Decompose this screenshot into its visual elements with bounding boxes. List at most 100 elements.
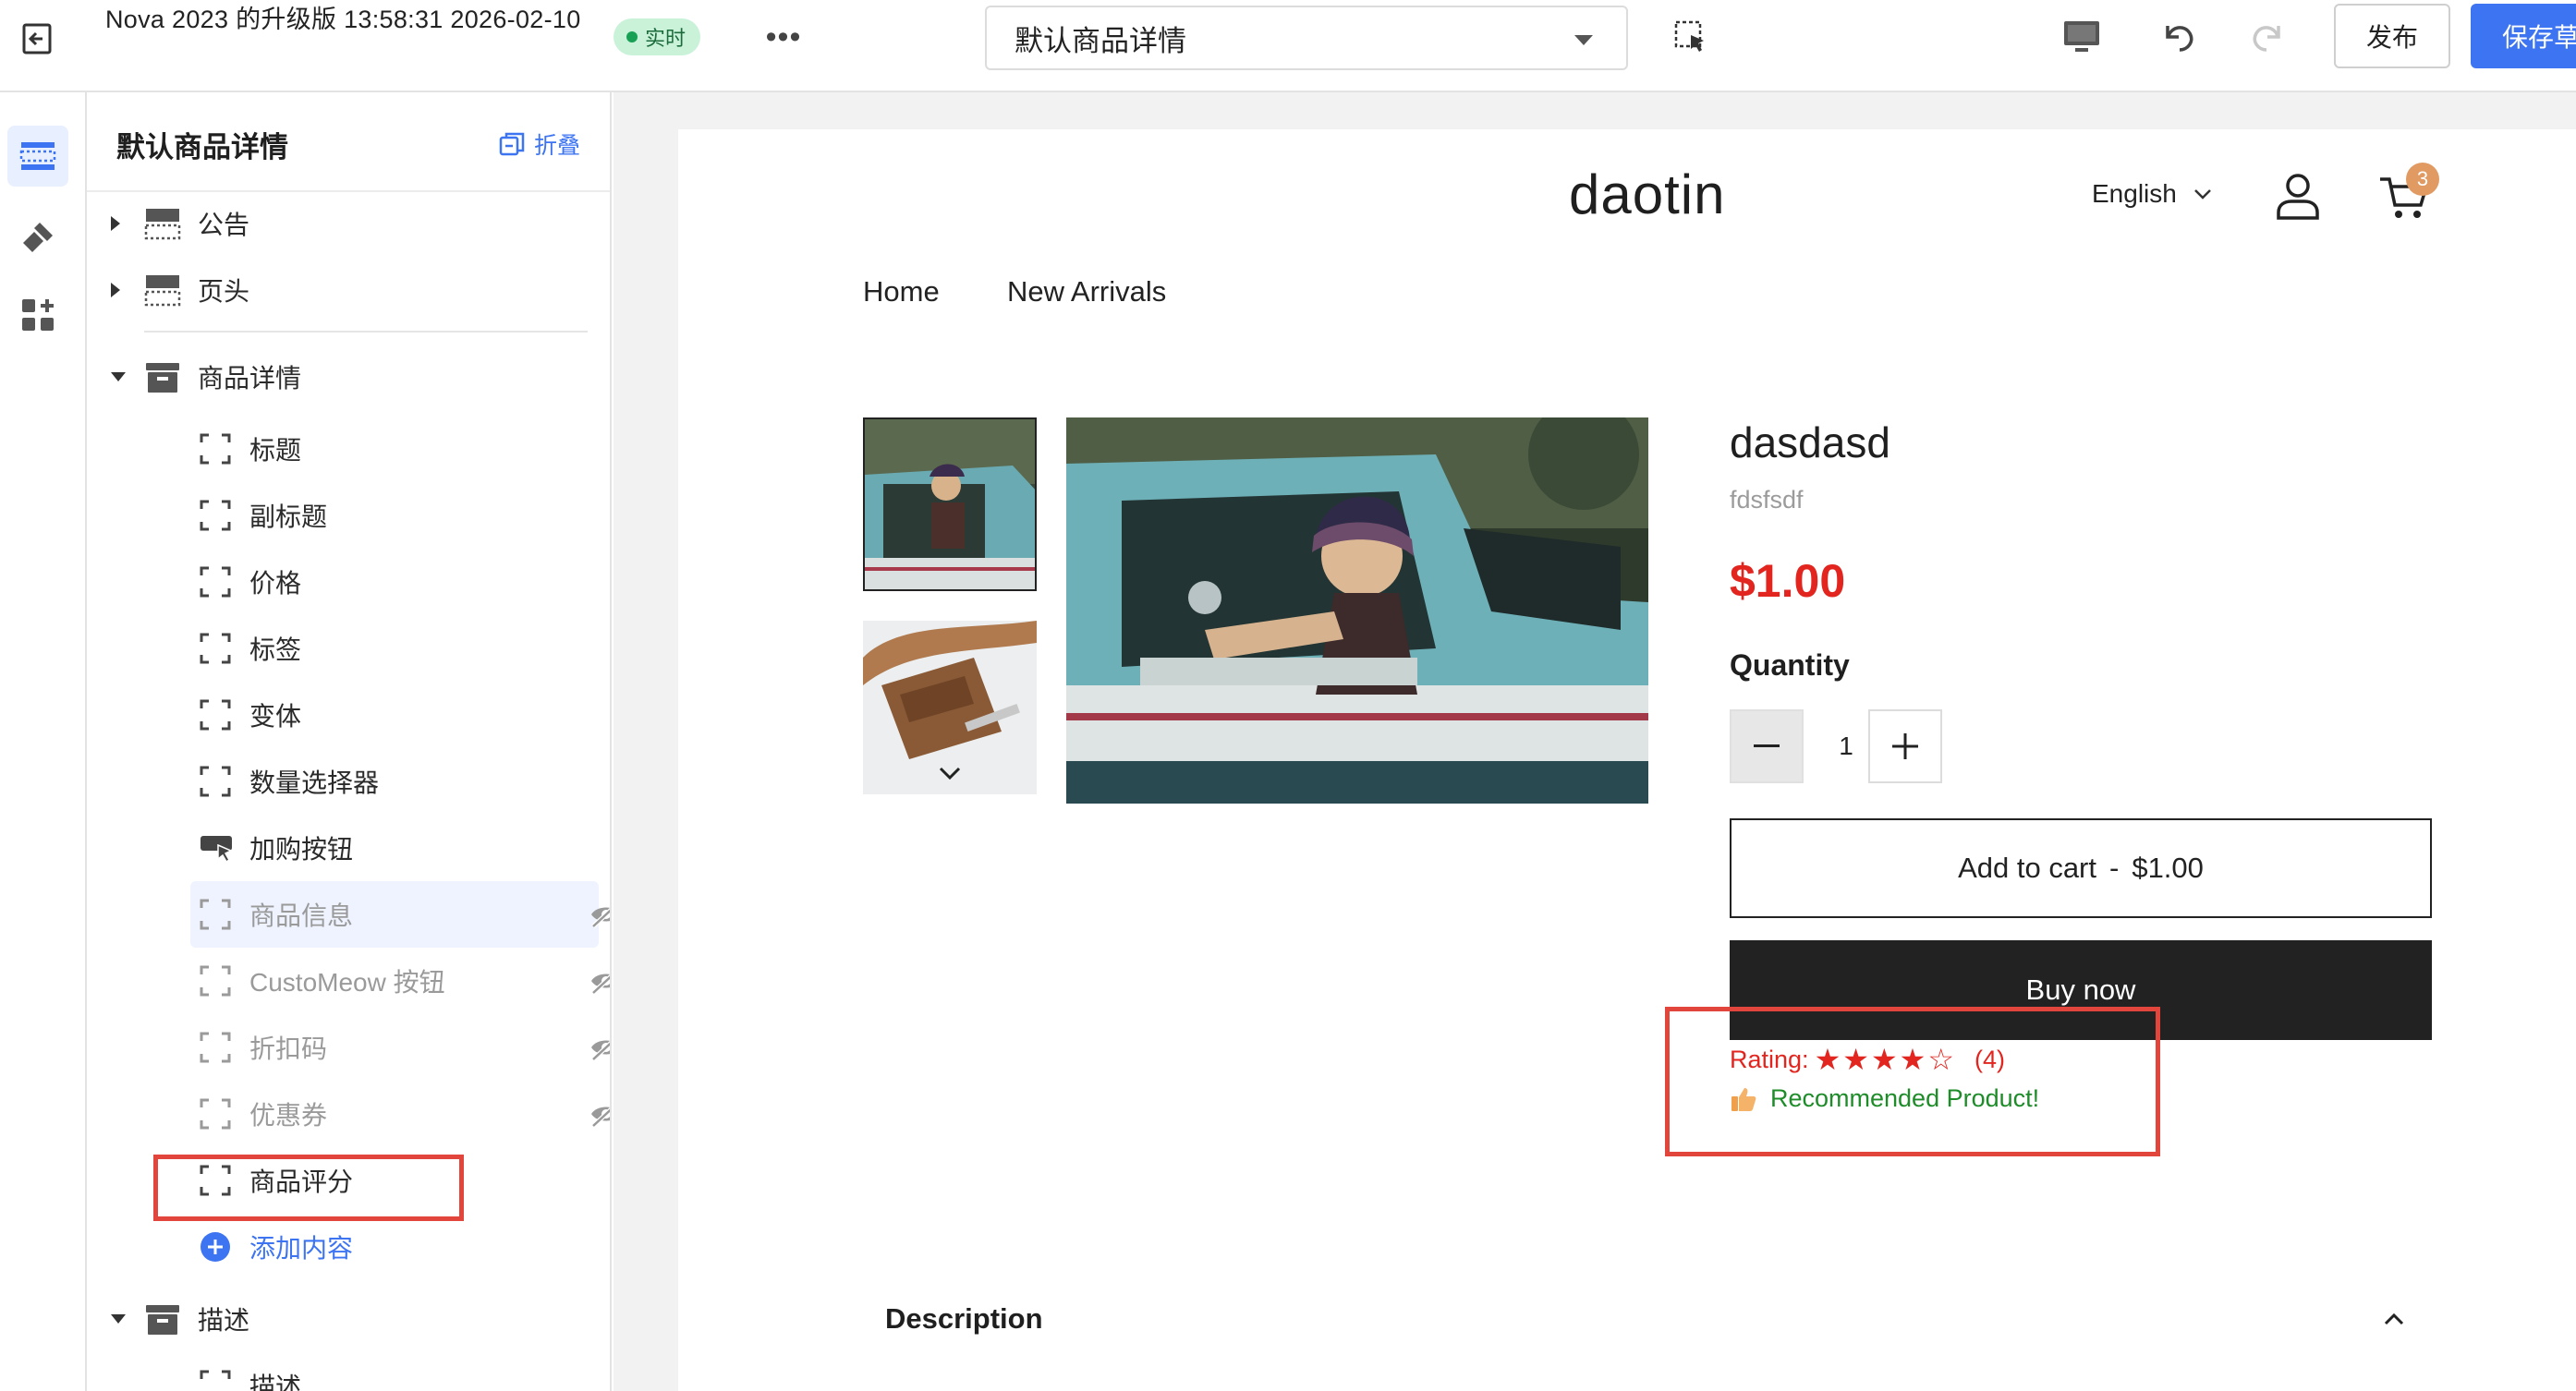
expand-arrow-icon[interactable] (111, 216, 120, 231)
add-to-cart-label: Add to cart (1958, 852, 2096, 884)
product-subtitle: fdsfsdf (1730, 486, 1804, 514)
plus-icon (1892, 733, 1918, 759)
block-label: 商品信息 (249, 901, 354, 930)
select-element-icon[interactable] (1671, 17, 1711, 57)
block-label: 价格 (249, 569, 302, 598)
nav-link-home[interactable]: Home (863, 275, 940, 308)
block-label: 折扣码 (249, 1034, 328, 1063)
eye-off-icon[interactable] (589, 967, 612, 995)
sections-icon[interactable] (7, 126, 68, 187)
sidebar-section-header[interactable]: 页头 (87, 257, 593, 323)
publish-button[interactable]: 发布 (2334, 4, 2450, 68)
section-layout-icon (144, 275, 181, 307)
sidebar-block-add-to-cart[interactable]: 加购按钮 (87, 815, 593, 881)
minus-icon (1754, 744, 1780, 747)
add-content-button[interactable]: 添加内容 (87, 1214, 593, 1280)
collapse-button[interactable]: 折叠 (499, 127, 580, 161)
left-rail (0, 92, 87, 1391)
page-template-select[interactable]: 默认商品详情 (985, 6, 1628, 70)
sidebar-section-announcement[interactable]: 公告 (87, 190, 593, 257)
live-badge-label: 实时 (645, 27, 687, 50)
quantity-label: Quantity (1730, 648, 1850, 682)
block-label: 标签 (249, 635, 302, 664)
block-frame-icon (200, 899, 231, 930)
sidebar-section-description[interactable]: 描述 (87, 1286, 593, 1352)
desktop-preview-icon[interactable] (2060, 17, 2103, 57)
save-draft-button[interactable]: 保存草 (2471, 4, 2576, 68)
sidebar-block-subtitle[interactable]: 副标题 (87, 482, 593, 549)
block-label: 变体 (249, 702, 302, 731)
language-selector[interactable]: English (2092, 179, 2212, 209)
add-to-cart-button[interactable]: Add to cart - $1.00 (1730, 818, 2432, 918)
button-block-icon (200, 836, 233, 864)
block-frame-icon (200, 766, 231, 797)
block-label: 数量选择器 (249, 768, 380, 797)
apps-icon[interactable] (7, 284, 68, 345)
sidebar-block-product-info[interactable]: 商品信息 (190, 881, 610, 948)
section-layout-icon (144, 209, 181, 240)
cart-count-badge: 3 (2406, 163, 2439, 196)
eye-off-icon[interactable] (589, 1100, 612, 1128)
collapse-label: 折叠 (534, 133, 581, 159)
block-frame-icon (200, 633, 231, 664)
sidebar-block-description[interactable]: 描述 (87, 1352, 593, 1391)
product-thumbnail-truck[interactable] (863, 417, 1037, 591)
product-main-image[interactable] (1066, 417, 1648, 804)
quantity-increase-button[interactable] (1868, 709, 1942, 783)
chevron-down-icon (2193, 189, 2211, 200)
section-label: 公告 (198, 211, 250, 239)
exit-icon[interactable] (18, 18, 59, 59)
highlight-box-rating-block (153, 1155, 464, 1221)
sidebar-section-product-detail[interactable]: 商品详情 (87, 344, 593, 410)
theme-title: Nova 2023 的升级版 13:58:31 2026-02-10 (105, 6, 581, 33)
add-to-cart-price: $1.00 (2132, 852, 2204, 884)
eye-off-icon[interactable] (589, 901, 612, 928)
page-template-value: 默认商品详情 (1015, 24, 1186, 57)
quantity-decrease-button[interactable] (1730, 709, 1804, 783)
language-label: English (2092, 179, 2177, 208)
expand-arrow-icon[interactable] (111, 283, 120, 297)
block-label: 描述 (249, 1373, 302, 1391)
block-frame-icon (200, 433, 231, 465)
product-title: dasdasd (1730, 418, 1890, 466)
sidebar-block-title[interactable]: 标题 (87, 416, 593, 482)
sidebar-block-tags[interactable]: 标签 (87, 615, 593, 682)
block-frame-icon (200, 566, 231, 598)
redo-icon[interactable] (2247, 15, 2290, 57)
nav-link-new-arrivals[interactable]: New Arrivals (1007, 275, 1166, 308)
section-label: 描述 (198, 1306, 250, 1335)
highlight-box-rating-preview (1665, 1007, 2160, 1156)
collapse-icon (499, 132, 525, 156)
section-label: 页头 (198, 277, 250, 306)
block-label: 加购按钮 (249, 835, 354, 864)
product-price: $1.00 (1730, 555, 1846, 607)
block-label: CustoMeow 按钮 (249, 968, 445, 997)
sidebar-title: 默认商品详情 (116, 131, 288, 163)
sidebar-block-price[interactable]: 价格 (87, 549, 593, 615)
theme-style-icon[interactable] (7, 207, 68, 268)
eye-off-icon[interactable] (589, 1034, 612, 1061)
sidebar-block-coupon[interactable]: 优惠券 (87, 1081, 610, 1147)
store-logo[interactable]: daotin (1569, 163, 1725, 226)
chevron-up-icon[interactable] (2380, 1310, 2408, 1328)
plus-circle-icon (200, 1232, 230, 1262)
sidebar-block-discount-code[interactable]: 折扣码 (87, 1014, 610, 1081)
live-status-badge: 实时 (614, 18, 701, 55)
undo-icon[interactable] (2157, 15, 2199, 57)
chevron-down-icon[interactable] (933, 763, 966, 785)
description-accordion-title[interactable]: Description (885, 1302, 1043, 1336)
sidebar-block-variant[interactable]: 变体 (87, 682, 593, 748)
collapse-arrow-icon[interactable] (111, 372, 126, 381)
sidebar-block-quantity-selector[interactable]: 数量选择器 (87, 748, 593, 815)
product-section-icon (146, 363, 179, 393)
block-frame-icon (200, 1032, 231, 1063)
section-label: 商品详情 (198, 364, 302, 393)
block-frame-icon (200, 1098, 231, 1130)
divider (144, 331, 588, 333)
more-options-icon[interactable]: ••• (763, 17, 804, 57)
buy-now-label: Buy now (2025, 974, 2136, 1006)
collapse-arrow-icon[interactable] (111, 1314, 126, 1324)
account-icon[interactable] (2275, 172, 2321, 220)
add-content-label: 添加内容 (249, 1234, 354, 1263)
sidebar-block-customeow-button[interactable]: CustoMeow 按钮 (87, 948, 610, 1014)
